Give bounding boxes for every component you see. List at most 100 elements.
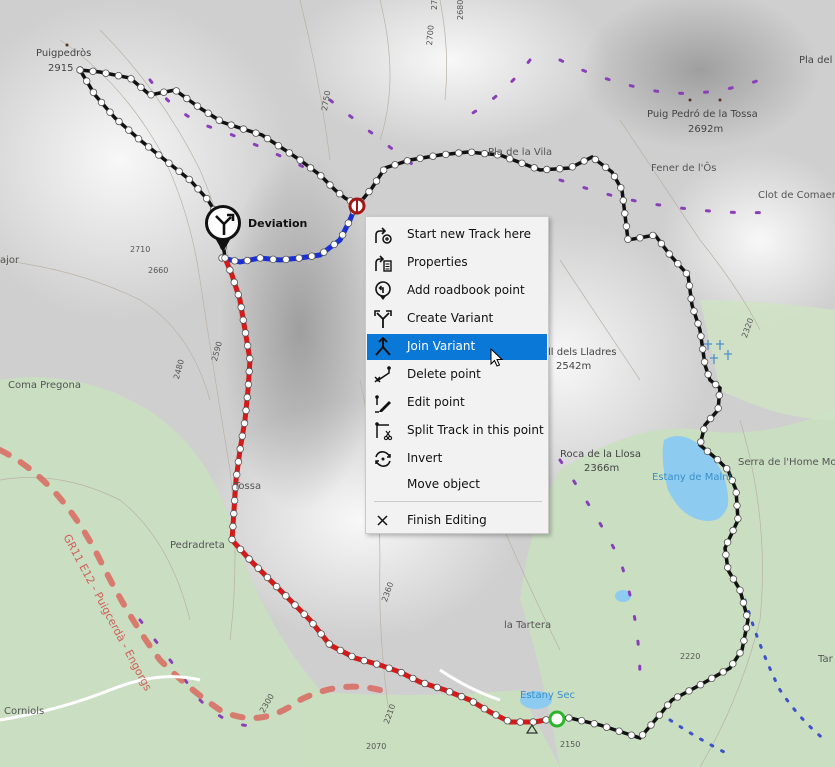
track-point[interactable] <box>655 711 664 719</box>
track-point[interactable] <box>204 109 212 117</box>
track-point[interactable] <box>285 149 293 157</box>
track-point[interactable] <box>385 664 393 672</box>
track-point[interactable] <box>733 501 741 510</box>
track-point[interactable] <box>708 674 716 682</box>
track-point[interactable] <box>580 157 588 165</box>
track-point[interactable] <box>239 316 247 324</box>
track-point[interactable] <box>226 266 234 274</box>
menu-item-split-track[interactable]: Split Track in this point <box>367 418 547 444</box>
track-point[interactable] <box>409 674 417 683</box>
track-point[interactable] <box>403 157 412 165</box>
track-point[interactable] <box>272 582 281 591</box>
track-point[interactable] <box>503 717 512 725</box>
track-point[interactable] <box>160 88 168 96</box>
track-point[interactable] <box>256 254 264 262</box>
track-point[interactable] <box>469 698 477 706</box>
track-point[interactable] <box>636 234 644 242</box>
track-point[interactable] <box>685 282 694 290</box>
track-point[interactable] <box>185 175 193 184</box>
menu-item-move-object[interactable]: Move object <box>367 472 547 498</box>
track-point[interactable] <box>736 586 744 594</box>
track-point[interactable] <box>591 155 599 164</box>
track-point[interactable] <box>295 254 303 262</box>
track-point[interactable] <box>518 159 526 167</box>
track-point[interactable] <box>309 620 317 628</box>
track-point[interactable] <box>442 150 450 159</box>
track-point[interactable] <box>325 640 333 648</box>
track-point[interactable] <box>230 509 238 518</box>
track-point[interactable] <box>565 714 573 722</box>
track-point[interactable] <box>734 514 742 523</box>
track-point[interactable] <box>291 601 299 609</box>
track-point[interactable] <box>740 637 748 645</box>
track-point[interactable] <box>326 181 334 189</box>
track-point[interactable] <box>674 260 682 268</box>
track-point[interactable] <box>360 656 368 665</box>
track-point[interactable] <box>729 526 737 535</box>
track-point[interactable] <box>665 250 673 258</box>
track-point[interactable] <box>317 630 325 638</box>
track-point[interactable] <box>274 141 283 150</box>
track-point[interactable] <box>238 432 246 440</box>
track-point[interactable] <box>722 551 730 559</box>
track-point[interactable] <box>379 166 388 174</box>
track-point[interactable] <box>175 167 183 175</box>
track-point[interactable] <box>102 69 110 77</box>
menu-item-properties[interactable]: Properties <box>367 250 547 276</box>
menu-item-start-new-track[interactable]: Start new Track here <box>367 222 547 248</box>
track-point[interactable] <box>542 716 550 724</box>
track-point[interactable] <box>97 98 106 107</box>
track-point[interactable] <box>433 683 441 692</box>
track-point[interactable] <box>348 652 356 661</box>
track-point[interactable] <box>673 693 682 701</box>
track-point[interactable] <box>229 522 237 531</box>
track-point[interactable] <box>610 172 619 181</box>
track-point[interactable] <box>445 688 454 696</box>
deviation-icon[interactable] <box>205 205 241 241</box>
track-point[interactable] <box>296 156 304 164</box>
menu-item-delete-point[interactable]: Delete point <box>367 362 547 388</box>
track-point[interactable] <box>711 380 720 389</box>
track-point[interactable] <box>172 87 180 95</box>
track-point[interactable] <box>230 278 238 286</box>
track-point[interactable] <box>724 563 732 572</box>
track-point[interactable] <box>391 161 399 169</box>
track-point[interactable] <box>736 649 744 657</box>
track-point[interactable] <box>529 718 537 726</box>
track-point[interactable] <box>723 538 732 546</box>
track-point[interactable] <box>115 117 123 126</box>
track-point[interactable] <box>568 163 577 171</box>
track-point[interactable] <box>700 425 708 433</box>
track-point[interactable] <box>602 163 610 171</box>
menu-item-invert[interactable]: Invert <box>367 446 547 472</box>
track-point[interactable] <box>530 164 538 172</box>
track-point[interactable] <box>696 681 705 689</box>
track-point[interactable] <box>240 419 249 427</box>
menu-item-finish-editing[interactable]: Finish Editing <box>367 508 547 534</box>
track-point[interactable] <box>242 406 250 415</box>
track-point[interactable] <box>682 269 691 278</box>
track-point[interactable] <box>155 151 163 159</box>
track-point[interactable] <box>137 83 145 91</box>
track-point[interactable] <box>467 148 476 156</box>
menu-item-edit-point[interactable]: Edit point <box>367 390 547 416</box>
track-point[interactable] <box>516 718 524 726</box>
track-point[interactable] <box>421 679 429 688</box>
track-point[interactable] <box>300 610 308 618</box>
track-point[interactable] <box>263 134 272 143</box>
track-point[interactable] <box>543 165 551 174</box>
track-point[interactable] <box>239 125 248 133</box>
track-point[interactable] <box>729 575 738 583</box>
track-point[interactable] <box>194 185 202 193</box>
track-point[interactable] <box>687 294 695 303</box>
track-point[interactable] <box>106 108 114 116</box>
track-point[interactable] <box>330 240 338 249</box>
track-point[interactable] <box>269 255 277 263</box>
track-point[interactable] <box>252 129 260 137</box>
track-point[interactable] <box>624 235 632 243</box>
track-point[interactable] <box>732 488 740 497</box>
track-point[interactable] <box>416 154 424 162</box>
track-point[interactable] <box>282 255 290 264</box>
track-point[interactable] <box>603 723 611 731</box>
track-point[interactable] <box>237 303 245 311</box>
